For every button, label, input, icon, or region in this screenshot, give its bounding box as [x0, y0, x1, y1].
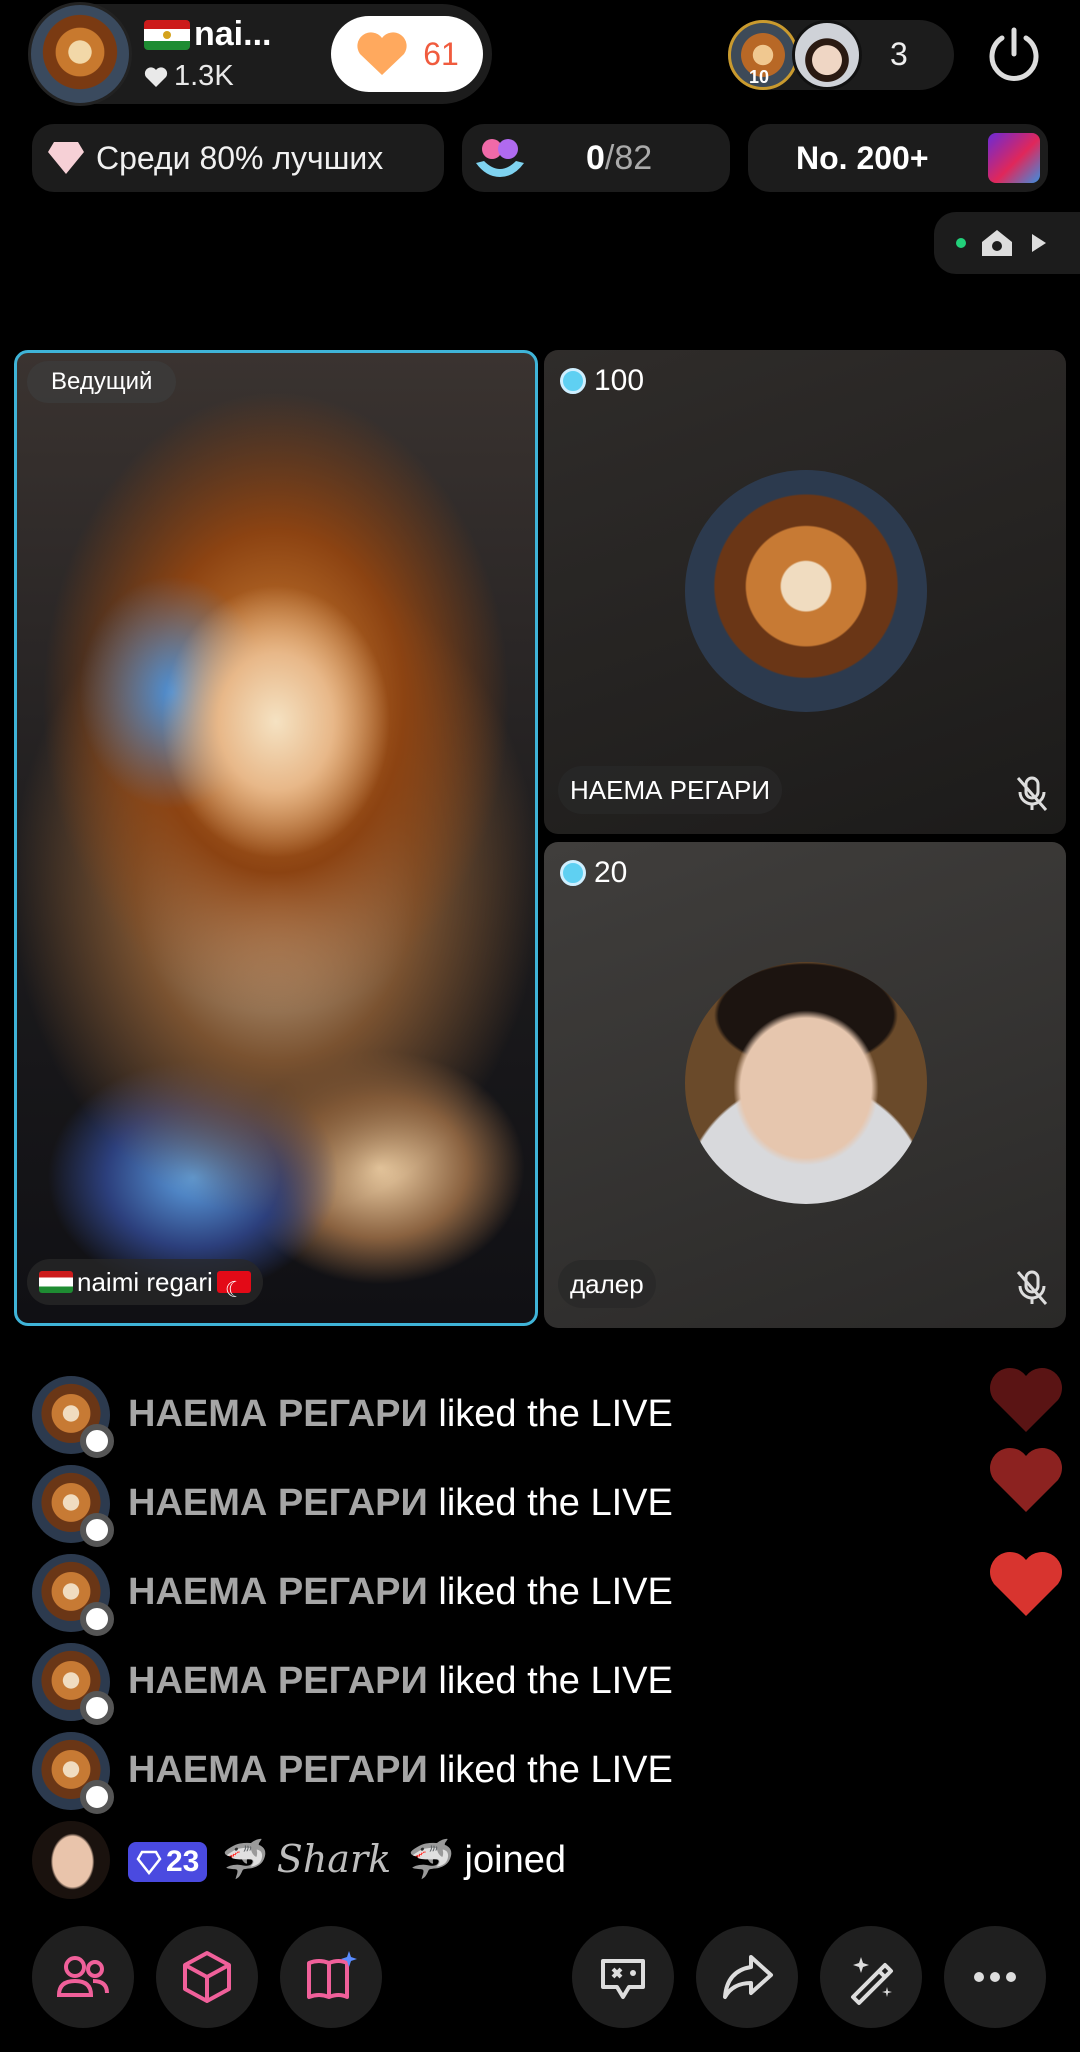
gift-total: /82	[604, 138, 653, 177]
tajikistan-flag-icon	[39, 1271, 73, 1293]
gift-current: 0	[586, 138, 605, 177]
more-icon[interactable]	[944, 1926, 1046, 2028]
guest2-avatar	[685, 962, 927, 1204]
guest-tile-2[interactable]: 20 далер	[544, 842, 1066, 1328]
chat-avatar[interactable]	[32, 1820, 110, 1899]
power-icon[interactable]	[984, 24, 1044, 84]
heart-small-icon	[144, 66, 168, 87]
diamond-icon	[136, 1850, 162, 1875]
chat-avatar[interactable]	[32, 1375, 114, 1458]
share-icon[interactable]	[696, 1926, 798, 2028]
chat-message[interactable]: НАЕМА РЕГАРИ liked the LIVE	[32, 1370, 952, 1459]
live-dot-icon	[956, 238, 966, 248]
viewer-count: 3	[890, 36, 908, 72]
diamond-icon	[48, 142, 84, 174]
chat-avatar[interactable]	[32, 1464, 114, 1547]
host-tag: Ведущий	[27, 361, 177, 403]
magic-wand-icon[interactable]	[820, 1926, 922, 2028]
host-info: nai... 1.3K	[144, 15, 288, 93]
host-tile-name: naimi regari	[27, 1259, 263, 1313]
guest-tile-1[interactable]: 100 НАЕМА РЕГАРИ	[544, 350, 1066, 834]
floating-heart-icon	[990, 1368, 1062, 1432]
floating-heart-icon	[990, 1552, 1062, 1616]
heart-icon	[357, 32, 407, 75]
viewer-avatar[interactable]	[792, 20, 862, 90]
mic-muted-icon[interactable]	[1012, 774, 1052, 814]
level-ring-icon	[80, 1690, 114, 1725]
level-ring-icon	[80, 1779, 114, 1814]
play-icon[interactable]	[1028, 232, 1048, 254]
chat-feed[interactable]: НАЕМА РЕГАРИ liked the LIVE НАЕМА РЕГАРИ…	[32, 1370, 952, 1904]
viewer-list[interactable]: 10 3	[728, 20, 954, 90]
chat-message[interactable]: НАЕМА РЕГАРИ liked the LIVE	[32, 1726, 952, 1815]
chat-avatar[interactable]	[32, 1553, 114, 1636]
book-sparkle-icon[interactable]	[280, 1926, 382, 2028]
guest1-name: НАЕМА РЕГАРИ	[558, 766, 783, 814]
chat-message[interactable]: НАЕМА РЕГАРИ liked the LIVE	[32, 1548, 952, 1637]
like-button[interactable]: 61	[331, 16, 483, 92]
guest2-name: далер	[558, 1260, 656, 1308]
coin-icon	[560, 368, 586, 394]
join-message[interactable]: 23 🦈 Shark 🦈 joined	[32, 1815, 952, 1904]
mic-muted-icon[interactable]	[1012, 1268, 1052, 1308]
guest1-coins: 100	[594, 364, 645, 397]
host-name: nai...	[194, 15, 272, 53]
ranking-thumbnail	[988, 133, 1040, 183]
guest2-coins: 20	[594, 856, 628, 889]
chat-avatar[interactable]	[32, 1731, 114, 1814]
ranking-text: No. 200+	[796, 139, 929, 176]
people-icon[interactable]	[32, 1926, 134, 2028]
ranking-pill[interactable]: No. 200+	[748, 124, 1048, 192]
like-count: 61	[423, 35, 459, 72]
gift-hands-icon	[476, 139, 524, 177]
host-avatar[interactable]	[28, 2, 132, 106]
rank-pill[interactable]: Среди 80% лучших	[32, 124, 444, 192]
coin-icon	[560, 860, 586, 886]
home-icon[interactable]	[980, 228, 1014, 258]
game-icon[interactable]	[572, 1926, 674, 2028]
rank-text: Среди 80% лучших	[96, 139, 384, 176]
chat-avatar[interactable]	[32, 1642, 114, 1725]
level-ring-icon	[80, 1512, 114, 1547]
gift-goal-pill[interactable]: 0/82	[462, 124, 730, 192]
host-likes: 1.3K	[174, 60, 234, 92]
host-video-tile[interactable]: Ведущий naimi regari	[14, 350, 538, 1326]
turkey-flag-icon	[216, 1267, 251, 1313]
cube-icon[interactable]	[156, 1926, 258, 2028]
level-ring-icon	[80, 1423, 114, 1458]
top-viewer-avatar[interactable]: 10	[728, 20, 798, 90]
bottom-toolbar	[0, 1926, 1080, 2028]
level-ring-icon	[80, 1601, 114, 1636]
chat-message[interactable]: НАЕМА РЕГАРИ liked the LIVE	[32, 1459, 952, 1548]
floating-heart-icon	[990, 1448, 1062, 1512]
chat-message[interactable]: НАЕМА РЕГАРИ liked the LIVE	[32, 1637, 952, 1726]
tajikistan-flag-icon	[144, 19, 190, 50]
mini-controls[interactable]	[934, 212, 1080, 274]
shark-username[interactable]: 🦈 Shark 🦈	[217, 1837, 450, 1881]
level-badge: 23	[128, 1841, 208, 1882]
guest1-avatar	[685, 470, 927, 712]
